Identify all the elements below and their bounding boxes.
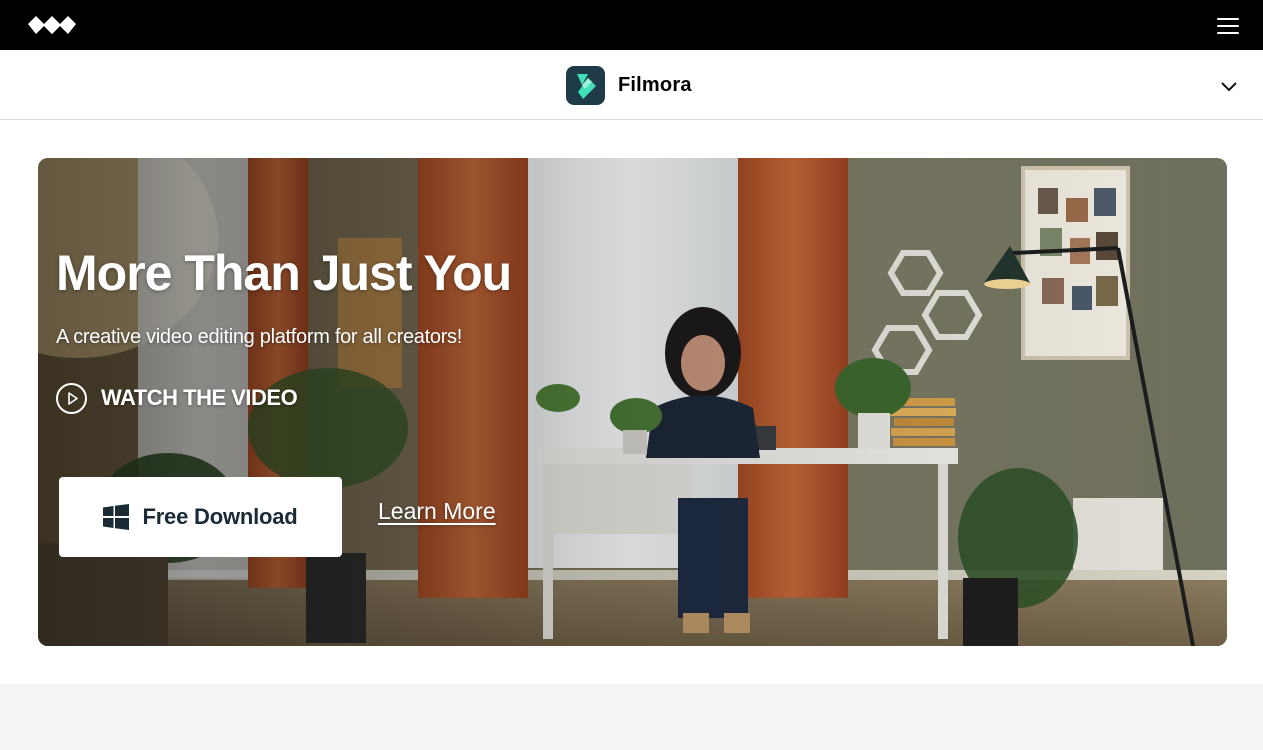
free-download-button[interactable]: Free Download bbox=[59, 477, 342, 557]
filmora-product-link[interactable]: Filmora bbox=[566, 65, 692, 105]
hero-banner: More Than Just You A creative video edit… bbox=[38, 158, 1227, 646]
play-circle-icon bbox=[56, 382, 87, 414]
hamburger-menu-icon[interactable] bbox=[1217, 16, 1241, 36]
wondershare-logo-icon[interactable] bbox=[28, 14, 76, 38]
top-nav-bar bbox=[0, 0, 1263, 50]
product-nav-bar: Filmora bbox=[0, 50, 1263, 120]
next-section-band bbox=[0, 684, 1263, 750]
filmora-logo-icon bbox=[566, 65, 605, 105]
free-download-label: Free Download bbox=[142, 504, 298, 529]
product-name: Filmora bbox=[618, 73, 692, 96]
learn-more-link[interactable]: Learn More bbox=[378, 498, 496, 525]
watch-video-button[interactable]: WATCH THE VIDEO bbox=[56, 382, 298, 414]
chevron-down-icon[interactable] bbox=[1219, 78, 1239, 94]
windows-icon bbox=[103, 504, 130, 530]
watch-video-label: WATCH THE VIDEO bbox=[101, 385, 298, 410]
hero-title: More Than Just You bbox=[56, 245, 512, 301]
hero-subtitle: A creative video editing platform for al… bbox=[56, 326, 463, 348]
